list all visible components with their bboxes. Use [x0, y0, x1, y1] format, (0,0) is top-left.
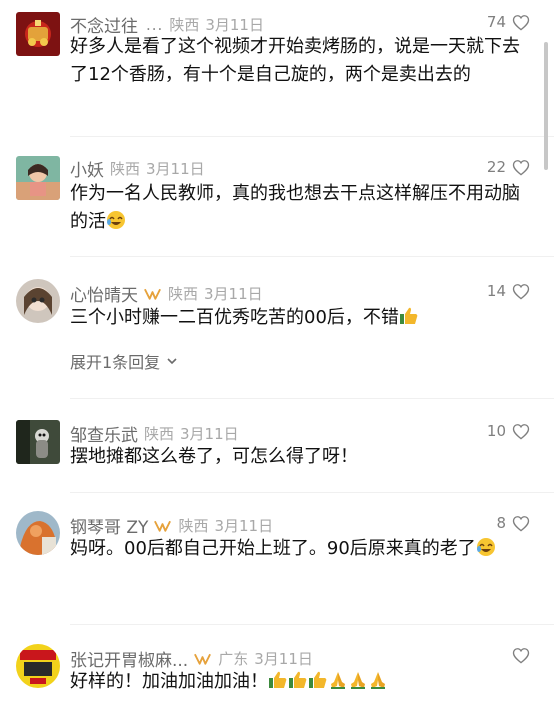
like-button[interactable]: 22: [487, 158, 530, 176]
heart-outline-icon: [512, 648, 530, 664]
divider: [70, 136, 554, 137]
thumbs-up-emoji: [308, 670, 328, 699]
like-count: 74: [486, 13, 506, 31]
divider: [70, 256, 554, 257]
date-label: 3月11日: [254, 650, 313, 668]
divider: [70, 398, 554, 399]
comment-text-content: 妈呀。00后都自己开始上班了。90后原来真的老了: [70, 538, 476, 559]
region-label: 陕西: [144, 425, 175, 443]
like-count: 8: [496, 514, 506, 532]
verified-badge-icon: [194, 653, 212, 665]
avatar[interactable]: [16, 156, 60, 200]
thumbs-up-emoji: [268, 670, 288, 699]
region-label: 陕西: [110, 160, 141, 178]
username-ellipsis: ...: [146, 15, 164, 34]
thumbs-up-emoji: [288, 670, 308, 699]
laugh-cry-emoji: [106, 210, 126, 239]
comment-text: 三个小时赚一二百优秀吃苦的00后，不错: [70, 304, 525, 335]
praying-hands-emoji: [348, 670, 368, 699]
comment-text: 好样的！加油加油加油！: [70, 668, 525, 699]
like-button[interactable]: 10: [487, 422, 530, 440]
praying-hands-emoji: [368, 670, 388, 699]
thumbs-up-emoji: [399, 306, 419, 335]
praying-hands-emoji: [328, 670, 348, 699]
date-label: 3月11日: [204, 285, 263, 303]
comment-text: 妈呀。00后都自己开始上班了。90后原来真的老了: [70, 535, 525, 566]
date-label: 3月11日: [180, 425, 239, 443]
scrollbar[interactable]: [544, 42, 548, 170]
username[interactable]: 小妖: [70, 156, 104, 181]
divider: [70, 624, 554, 625]
like-count: 10: [486, 422, 506, 440]
avatar[interactable]: [16, 279, 60, 323]
date-label: 3月11日: [146, 160, 205, 178]
region-label: 陕西: [178, 517, 209, 535]
chevron-down-icon: [167, 358, 177, 365]
like-count: 14: [486, 282, 506, 300]
date-label: 3月11日: [214, 517, 274, 535]
avatar[interactable]: [16, 420, 60, 464]
avatar[interactable]: [16, 12, 60, 56]
laugh-cry-emoji: [476, 537, 496, 566]
region-label: 陕西: [169, 16, 200, 34]
date-label: 3月11日: [205, 16, 264, 34]
comment-text: 好多人是看了这个视频才开始卖烤肠的，说是一天就下去了12个香肠，有十个是自己旋的…: [70, 36, 520, 85]
verified-badge-icon: [144, 288, 161, 300]
heart-outline-icon: [512, 14, 530, 30]
heart-outline-icon: [512, 283, 530, 299]
expand-replies-label: 展开1条回复: [70, 353, 161, 372]
avatar[interactable]: [16, 644, 60, 688]
heart-outline-icon: [512, 159, 530, 175]
comment-meta: 心怡晴天 陕西 3月11日: [70, 281, 263, 306]
region-label: 陕西: [168, 285, 199, 303]
comment-text: 作为一名人民教师，真的我也想去干点这样解压不用动脑的活: [70, 180, 525, 239]
verified-badge-icon: [154, 520, 172, 532]
divider: [70, 492, 554, 493]
comment-text-content: 三个小时赚一二百优秀吃苦的00后，不错: [70, 307, 399, 328]
comment-text-content: 作为一名人民教师，真的我也想去干点这样解压不用动脑的活: [70, 183, 520, 232]
like-count: 22: [486, 158, 506, 176]
avatar[interactable]: [16, 511, 60, 555]
like-button[interactable]: 74: [487, 13, 530, 31]
heart-outline-icon: [512, 423, 530, 439]
comment-meta: 小妖 陕西 3月11日: [70, 156, 205, 181]
comment-text-content: 好样的！加油加油加油！: [70, 671, 268, 692]
expand-replies-button[interactable]: 展开1条回复: [70, 349, 178, 373]
username[interactable]: 心怡晴天: [70, 281, 138, 306]
like-button[interactable]: 8: [496, 514, 530, 532]
comment-text: 摆地摊都这么卷了，可怎么得了呀！: [70, 446, 358, 467]
heart-outline-icon: [512, 515, 530, 531]
like-button[interactable]: [506, 647, 530, 664]
region-label: 广东: [218, 650, 249, 668]
like-button[interactable]: 14: [487, 282, 530, 300]
